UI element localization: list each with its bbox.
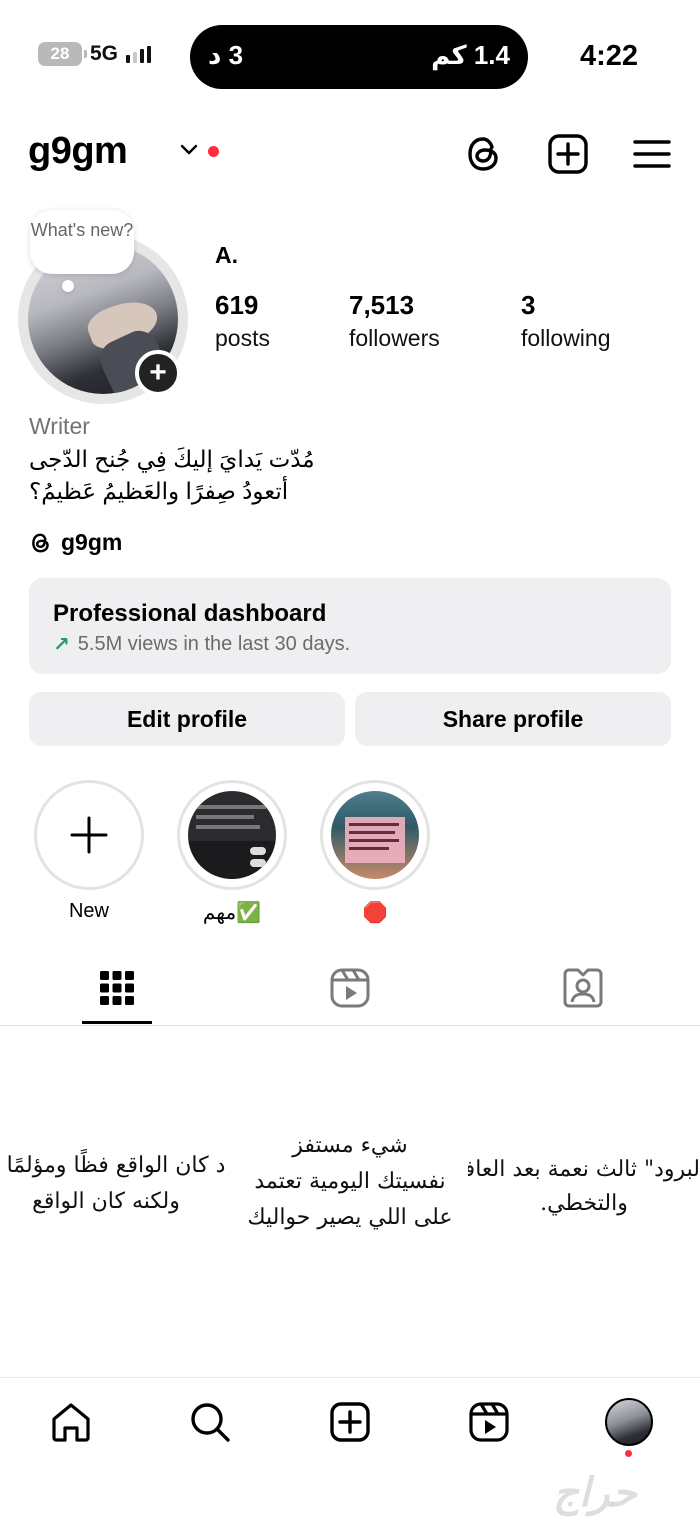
profile-tabs bbox=[0, 960, 700, 1026]
stat-label: following bbox=[521, 325, 611, 351]
battery-icon: 28 bbox=[38, 42, 87, 66]
threads-icon bbox=[32, 533, 49, 552]
highlight-cover bbox=[331, 791, 419, 879]
threads-handle: g9gm bbox=[61, 529, 123, 555]
highlight-circle bbox=[34, 780, 144, 890]
home-icon[interactable] bbox=[49, 1400, 93, 1444]
new-post-icon[interactable] bbox=[328, 1400, 372, 1444]
stat-followers[interactable]: 7,513 followers bbox=[349, 290, 440, 352]
island-distance: 1.4 كم bbox=[431, 40, 510, 70]
bio-line: أتعودُ صِفرًا والعَظيمُ عَظيمُ؟ bbox=[29, 478, 289, 504]
display-name: A. bbox=[215, 242, 238, 268]
highlight-important[interactable]: مهم✅ bbox=[177, 780, 287, 925]
clock: 4:22 bbox=[579, 40, 638, 72]
signal-icon bbox=[126, 45, 152, 63]
trend-up-icon: ↗ bbox=[53, 634, 70, 656]
dashboard-subtitle: ↗ 5.5M views in the last 30 days. bbox=[53, 632, 350, 657]
post-text-line: شيء مستفز bbox=[292, 1133, 408, 1158]
post-text-line: ولكنه كان الواقع bbox=[32, 1189, 180, 1214]
highlight-stop[interactable]: 🛑 bbox=[320, 780, 430, 925]
stat-value: 3 bbox=[521, 290, 536, 320]
post-text-line: على اللي يصير حواليك bbox=[247, 1205, 453, 1230]
post-text-line: نفسيتك اليومية تعتمد bbox=[254, 1169, 446, 1194]
stat-value: 619 bbox=[215, 290, 259, 320]
profile-notification-dot bbox=[625, 1450, 632, 1457]
search-icon[interactable] bbox=[188, 1400, 232, 1444]
grid-post[interactable]: د كان الواقع فظًا ومؤلمًا ولكنه كان الوا… bbox=[0, 1030, 232, 1370]
post-text-line: لبرود" ثالث نعمة بعد العافية bbox=[468, 1157, 700, 1182]
note-bubble-tail bbox=[62, 280, 74, 292]
status-bar: 28 5G 3 د 1.4 كم 4:22 bbox=[0, 0, 700, 110]
tagged-icon[interactable] bbox=[561, 966, 605, 1010]
stat-posts[interactable]: 619 posts bbox=[215, 290, 270, 352]
stat-value: 7,513 bbox=[349, 290, 415, 320]
status-left: 28 5G bbox=[38, 42, 152, 66]
professional-dashboard[interactable]: Professional dashboard ↗ 5.5M views in t… bbox=[29, 578, 671, 674]
stat-label: posts bbox=[215, 325, 270, 351]
highlight-label: مهم✅ bbox=[202, 902, 262, 924]
account-switcher[interactable]: g9gm bbox=[28, 130, 128, 173]
grid-icon[interactable] bbox=[95, 966, 139, 1010]
dashboard-title: Professional dashboard bbox=[53, 600, 327, 627]
grid-post[interactable]: شيء مستفز نفسيتك اليومية تعتمد على اللي … bbox=[234, 1030, 466, 1370]
stat-label: followers bbox=[349, 325, 440, 351]
battery-level: 28 bbox=[50, 44, 70, 63]
edit-profile-button[interactable]: Edit profile bbox=[29, 692, 345, 746]
highlight-label: New bbox=[68, 900, 109, 922]
share-profile-button[interactable]: Share profile bbox=[355, 692, 671, 746]
threads-profile-link[interactable]: g9gm bbox=[29, 529, 122, 556]
dynamic-island[interactable]: 3 د 1.4 كم bbox=[190, 25, 528, 89]
chevron-down-icon[interactable] bbox=[178, 138, 200, 160]
network-type: 5G bbox=[90, 42, 119, 65]
note-bubble[interactable]: What's new? bbox=[30, 210, 134, 274]
menu-icon[interactable] bbox=[630, 132, 674, 176]
island-eta: 3 د bbox=[208, 40, 244, 70]
threads-icon[interactable] bbox=[462, 132, 506, 176]
highlight-label: 🛑 bbox=[362, 902, 388, 924]
profile-category: Writer bbox=[29, 413, 90, 439]
watermark-logo: حراج bbox=[553, 1471, 637, 1515]
profile-tab-avatar[interactable] bbox=[605, 1398, 653, 1446]
stat-following[interactable]: 3 following bbox=[521, 290, 611, 352]
highlight-cover bbox=[188, 791, 276, 879]
highlight-circle bbox=[320, 780, 430, 890]
reels-nav-icon[interactable] bbox=[467, 1400, 511, 1444]
highlight-circle bbox=[177, 780, 287, 890]
post-text-line: والتخطي. bbox=[540, 1191, 628, 1216]
reels-icon[interactable] bbox=[328, 966, 372, 1010]
highlight-new[interactable]: New bbox=[34, 780, 144, 923]
create-icon[interactable] bbox=[546, 132, 590, 176]
post-text-line: د كان الواقع فظًا ومؤلمًا bbox=[6, 1153, 226, 1178]
profile-header: g9gm bbox=[28, 128, 673, 180]
bio-line: مُدّت يَدايَ إليكَ فِي جُنح الدّجى bbox=[29, 446, 315, 472]
dashboard-views-text: 5.5M views in the last 30 days. bbox=[77, 633, 351, 655]
active-tab-indicator bbox=[82, 1021, 152, 1024]
notification-dot bbox=[208, 146, 219, 157]
add-story-icon[interactable]: + bbox=[135, 350, 181, 396]
plus-icon bbox=[70, 816, 108, 854]
grid-post[interactable]: لبرود" ثالث نعمة بعد العافية والتخطي. bbox=[468, 1030, 700, 1370]
